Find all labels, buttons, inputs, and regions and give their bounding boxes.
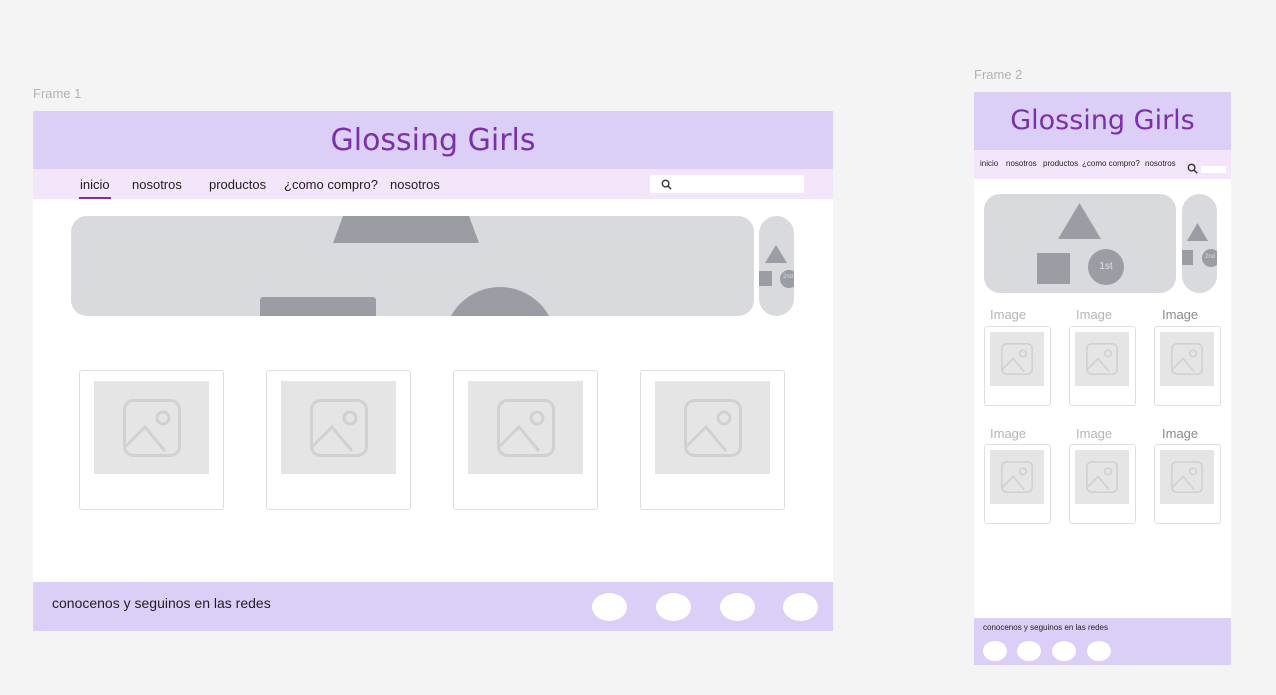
image-label: Image (1162, 307, 1199, 322)
triangle-shape (765, 245, 787, 263)
image-placeholder-icon (1001, 461, 1033, 493)
frame-2-label: Frame 2 (974, 67, 1023, 82)
nav-item-inicio[interactable]: inicio (980, 159, 998, 168)
frame-1-label: Frame 1 (33, 86, 82, 101)
image-placeholder (468, 381, 583, 474)
frame-2: Glossing Girls inicio nosotros productos… (974, 92, 1231, 665)
product-card[interactable] (1154, 326, 1221, 406)
footer-text: conocenos y seguinos en las redes (52, 595, 271, 611)
product-card[interactable] (984, 326, 1051, 406)
image-label: Image (1076, 307, 1113, 322)
circle-shape (444, 287, 556, 316)
image-placeholder-icon (1171, 461, 1203, 493)
social-icon[interactable] (720, 593, 755, 621)
triangle-shape (333, 216, 479, 243)
square-shape (759, 271, 772, 286)
active-tab-indicator (79, 197, 111, 199)
social-icon[interactable] (1052, 641, 1076, 661)
product-card[interactable] (266, 370, 411, 510)
carousel-slide-2[interactable]: 2nd (759, 216, 794, 316)
image-label: Image (990, 307, 1027, 322)
search-input[interactable] (650, 175, 804, 193)
image-placeholder (1075, 332, 1129, 386)
image-label: Image (1076, 426, 1113, 441)
image-label: Image (1162, 426, 1199, 441)
nav-item-nosotros-2[interactable]: nosotros (390, 177, 440, 192)
image-placeholder (655, 381, 770, 474)
footer-text: conocenos y seguinos en las redes (983, 623, 1108, 632)
slide-badge: 2nd (1205, 254, 1216, 260)
image-placeholder (281, 381, 396, 474)
product-card[interactable] (1069, 444, 1136, 524)
search-icon (661, 179, 672, 190)
image-label: Image (990, 426, 1027, 441)
nav-item-nosotros-2[interactable]: nosotros (1145, 159, 1176, 168)
nav-item-productos[interactable]: productos (1043, 159, 1078, 168)
image-placeholder (1160, 332, 1214, 386)
product-card[interactable] (1069, 326, 1136, 406)
triangle-shape (1187, 223, 1208, 241)
nav-item-inicio[interactable]: inicio (80, 177, 110, 192)
product-card[interactable] (984, 444, 1051, 524)
image-placeholder-icon (1086, 461, 1118, 493)
image-placeholder-icon (310, 399, 368, 457)
product-card[interactable] (79, 370, 224, 510)
image-placeholder-icon (1086, 343, 1118, 375)
site-header: Glossing Girls (974, 92, 1231, 150)
nav-item-nosotros[interactable]: nosotros (1006, 159, 1037, 168)
search-input[interactable] (1201, 166, 1226, 173)
site-footer: conocenos y seguinos en las redes (974, 618, 1231, 665)
image-placeholder-icon (684, 399, 742, 457)
image-placeholder (990, 450, 1044, 504)
slide-badge: 2nd (783, 274, 794, 280)
product-card[interactable] (453, 370, 598, 510)
circle-shape: 2nd (780, 270, 794, 288)
social-icon[interactable] (1087, 641, 1111, 661)
social-icon[interactable] (1017, 641, 1041, 661)
product-card[interactable] (640, 370, 785, 510)
nav-item-nosotros[interactable]: nosotros (132, 177, 182, 192)
square-shape (1037, 253, 1070, 284)
frame-1: Glossing Girls inicio nosotros productos… (33, 111, 833, 631)
nav-item-como-compro[interactable]: ¿como compro? (1082, 159, 1140, 168)
carousel-slide-2[interactable]: 2nd (1182, 194, 1217, 293)
image-placeholder-icon (1001, 343, 1033, 375)
site-title: Glossing Girls (1010, 105, 1195, 136)
social-icon[interactable] (983, 641, 1007, 661)
site-title: Glossing Girls (330, 123, 536, 158)
nav-item-productos[interactable]: productos (209, 177, 266, 192)
site-footer: conocenos y seguinos en las redes (33, 582, 833, 631)
site-header: Glossing Girls (33, 111, 833, 169)
circle-shape: 1st (1088, 249, 1124, 285)
social-icon[interactable] (592, 593, 627, 621)
slide-badge: 1st (1099, 261, 1113, 272)
image-placeholder-icon (123, 399, 181, 457)
nav-bar: inicio nosotros productos ¿como compro? … (974, 150, 1231, 179)
triangle-shape (1058, 203, 1101, 239)
square-shape (260, 297, 376, 316)
image-placeholder-icon (1171, 343, 1203, 375)
social-icon[interactable] (783, 593, 818, 621)
image-placeholder (1160, 450, 1214, 504)
image-placeholder (1075, 450, 1129, 504)
carousel-slide-1[interactable]: 1st (984, 194, 1176, 293)
nav-bar: inicio nosotros productos ¿como compro? … (33, 169, 833, 199)
square-shape (1182, 250, 1193, 265)
search-icon[interactable] (1187, 163, 1198, 174)
circle-shape: 2nd (1202, 249, 1217, 267)
social-icon[interactable] (656, 593, 691, 621)
image-placeholder (94, 381, 209, 474)
carousel-slide-1[interactable] (71, 216, 754, 316)
product-card[interactable] (1154, 444, 1221, 524)
image-placeholder-icon (497, 399, 555, 457)
nav-item-como-compro[interactable]: ¿como compro? (284, 177, 378, 192)
image-placeholder (990, 332, 1044, 386)
